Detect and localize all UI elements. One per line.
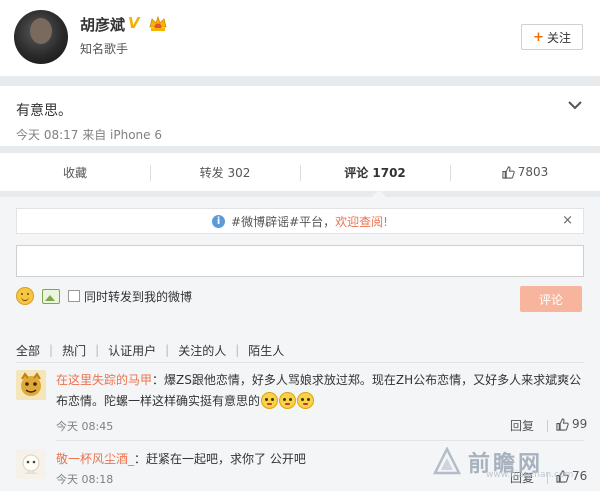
site-watermark: 前瞻网 www.qianzhan.com (432, 432, 600, 491)
watermark-url: www.qianzhan.com (486, 470, 574, 480)
comment-like-count: 99 (572, 417, 588, 431)
comment-filters: 全部 | 热门 | 认证用户 | 关注的人 | 陌生人 (16, 342, 284, 358)
comment-label: 评论 1702 (344, 165, 406, 180)
dog-emoji-icon (297, 392, 315, 409)
filter-separator: | (49, 343, 54, 357)
commenter-avatar[interactable] (16, 449, 46, 479)
filter-separator: | (95, 343, 100, 357)
filter-separator: | (165, 343, 170, 357)
notice-link[interactable]: 欢迎查阅! (335, 213, 388, 230)
rumor-notice-bar: i #微博辟谣#平台， 欢迎查阅! × (16, 208, 584, 234)
thumbs-up-icon (556, 417, 569, 431)
favorite-button[interactable]: 收藏 (0, 153, 150, 191)
emoji-icon[interactable] (16, 287, 34, 305)
plus-icon: + (533, 29, 544, 45)
comment-tab[interactable]: 评论 1702 (300, 153, 450, 191)
active-tab-indicator (372, 190, 386, 197)
forward-label: 同时转发到我的微博 (84, 289, 193, 304)
post-card: 有意思。 今天 08:17 来自 iPhone 6 (0, 86, 600, 146)
user-title: 知名歌手 (80, 42, 129, 56)
post-text: 有意思。 (16, 103, 72, 119)
comment-time: 今天 08:45 (56, 420, 114, 433)
dog-emoji-icon (261, 392, 279, 409)
notice-text: #微博辟谣#平台， (231, 214, 336, 229)
verified-v-icon: V (128, 14, 140, 32)
forward-checkbox[interactable] (68, 290, 80, 302)
comment-content: 在这里失踪的马甲：爆ZS跟他恋情，好多人骂娘求放过郑。现在ZH公布恋情，又好多人… (56, 370, 584, 412)
filter-all[interactable]: 全部 (16, 342, 40, 359)
follow-label: 关注 (546, 30, 571, 45)
filter-hot[interactable]: 热门 (62, 342, 86, 359)
comment-like-button[interactable]: 99 (556, 417, 587, 431)
divider (16, 362, 584, 363)
comment-text: ：赶紧在一起吧，求你了 公开吧 (134, 452, 306, 466)
repost-label: 转发 302 (199, 165, 251, 180)
image-icon[interactable] (42, 288, 60, 304)
action-separator (547, 420, 548, 432)
watermark-logo-icon (432, 446, 462, 474)
comment-time: 今天 08:18 (56, 473, 114, 486)
follow-button[interactable]: + 关注 (521, 24, 583, 50)
post-action-bar: 收藏 转发 302 评论 1702 7803 (0, 152, 600, 192)
info-icon: i (212, 214, 226, 228)
commenter-name[interactable]: 在这里失踪的马甲 (56, 373, 152, 387)
post-meta: 今天 08:17 来自 iPhone 6 (16, 128, 162, 142)
chevron-down-icon[interactable] (568, 100, 582, 110)
submit-comment-button[interactable]: 评论 (520, 286, 582, 312)
thumbs-up-icon (502, 165, 515, 179)
close-icon[interactable]: × (562, 213, 573, 228)
like-button[interactable]: 7803 (450, 153, 600, 191)
favorite-label: 收藏 (62, 165, 87, 180)
like-count: 7803 (517, 165, 549, 179)
filter-separator: | (235, 343, 240, 357)
user-avatar[interactable] (14, 10, 68, 64)
filter-verified[interactable]: 认证用户 (108, 342, 156, 359)
username[interactable]: 胡彦斌 (80, 14, 125, 35)
repost-button[interactable]: 转发 302 (150, 153, 300, 191)
filter-following[interactable]: 关注的人 (178, 342, 226, 359)
commenter-avatar[interactable] (16, 370, 46, 400)
filter-strangers[interactable]: 陌生人 (248, 342, 284, 359)
commenter-name[interactable]: 敬一杯风尘酒_ (56, 452, 134, 466)
vip-crown-icon (149, 15, 167, 31)
profile-header: 胡彦斌 V 知名歌手 + 关注 (0, 0, 600, 76)
composer-tools: 同时转发到我的微博 (16, 286, 192, 306)
comment-input[interactable] (16, 245, 584, 277)
dog-emoji-icon (279, 392, 297, 409)
